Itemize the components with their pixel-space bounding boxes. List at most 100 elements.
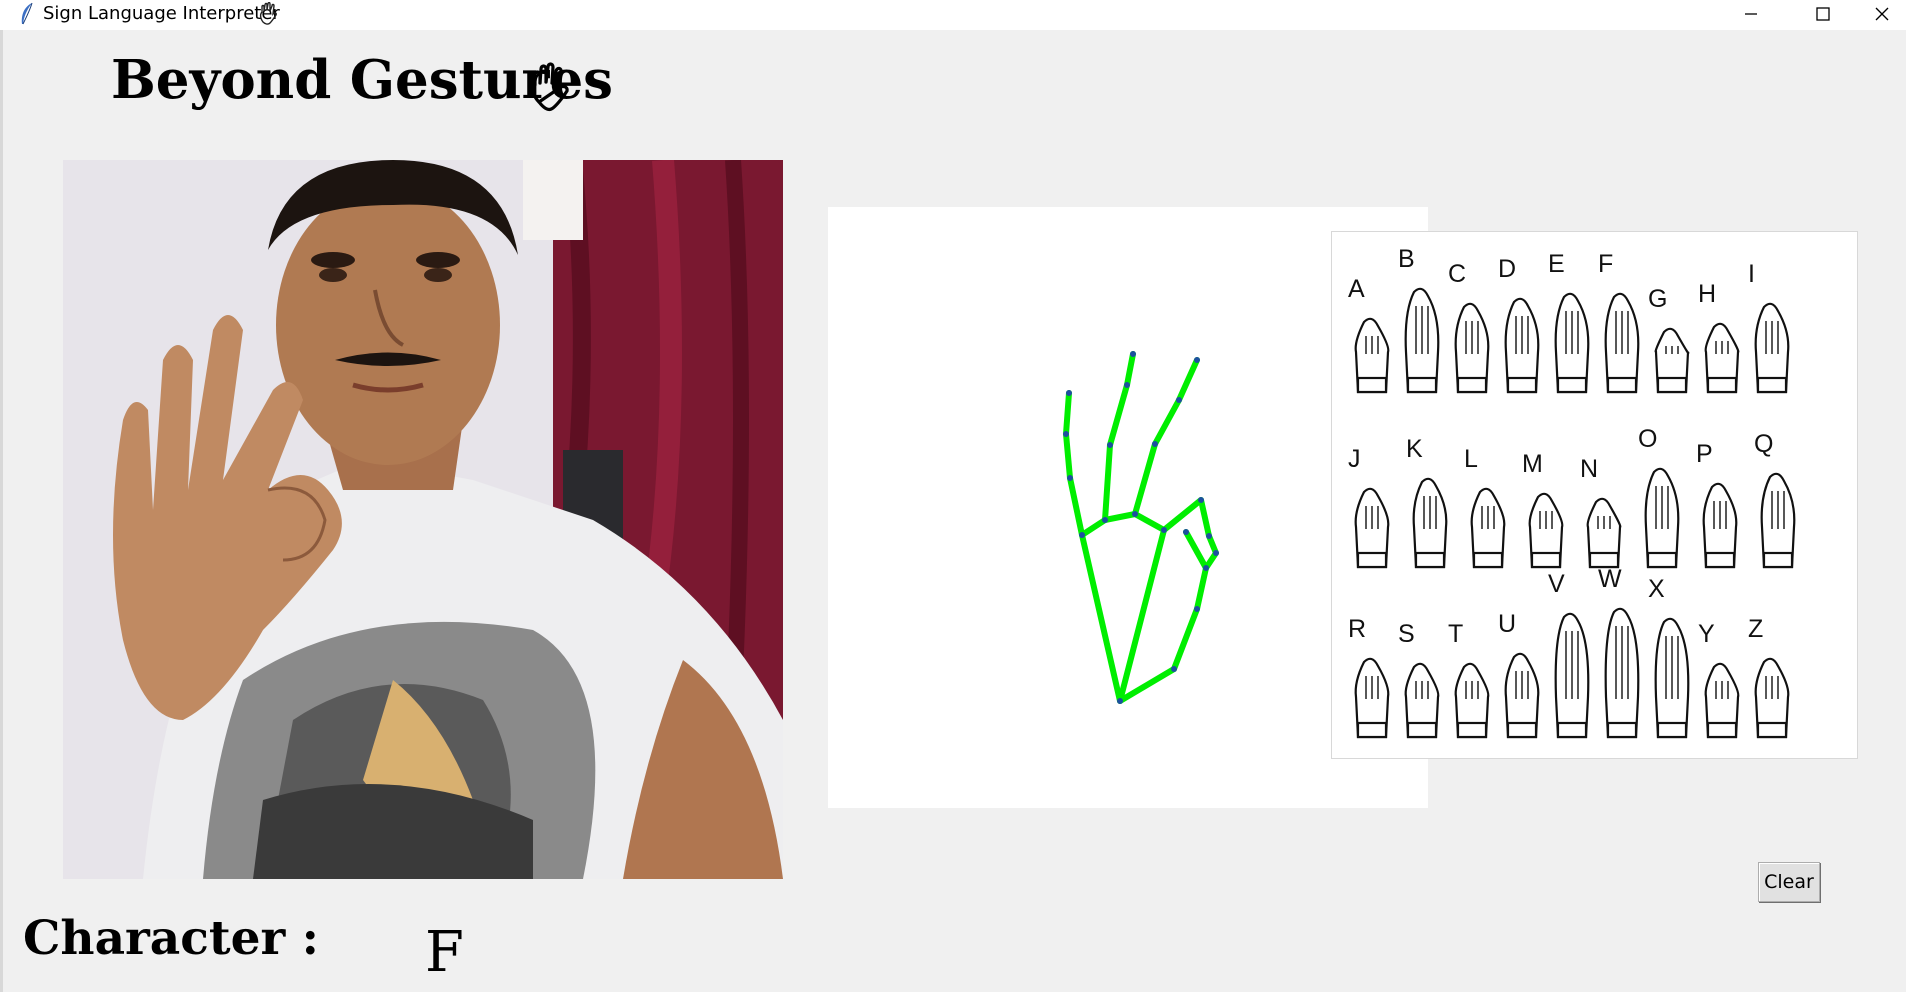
skeleton-bone — [1102, 442, 1113, 523]
hand-icon — [259, 2, 277, 25]
skeleton-landmark — [1213, 550, 1219, 556]
window-border — [0, 30, 3, 992]
asl-letter-label: Z — [1748, 615, 1763, 643]
webcam-scene — [63, 160, 783, 879]
asl-sign-i: I — [1748, 260, 1790, 394]
character-label: Character : — [23, 911, 319, 966]
asl-letter-label: Q — [1754, 430, 1773, 458]
asl-letter-label: A — [1348, 275, 1365, 303]
asl-sign-s: S — [1398, 620, 1440, 739]
asl-letter-label: Y — [1698, 620, 1715, 648]
skeleton-bone — [1063, 390, 1072, 437]
skeleton-bone — [1107, 382, 1130, 448]
skeleton-landmark — [1194, 606, 1200, 612]
asl-sign-x: X — [1648, 575, 1690, 739]
asl-letter-label: H — [1698, 280, 1716, 308]
minimize-button[interactable] — [1718, 0, 1784, 28]
asl-sign-h: H — [1698, 280, 1740, 394]
asl-sign-c: C — [1448, 260, 1490, 394]
clear-button[interactable]: Clear — [1758, 862, 1820, 902]
asl-letter-label: M — [1522, 450, 1543, 478]
skeleton-landmark — [1130, 351, 1136, 357]
asl-sign-q: Q — [1754, 430, 1796, 569]
asl-letter-label: I — [1748, 260, 1755, 288]
asl-sign-y: Y — [1698, 620, 1740, 739]
skeleton-landmark — [1132, 511, 1138, 517]
asl-hand-signs: A B C D E F G H I J K L M N O P Q R S T U V W X Y Z — [1348, 245, 1796, 739]
skeleton-landmark — [1067, 475, 1073, 481]
asl-sign-b: B — [1398, 245, 1440, 394]
window-titlebar: Sign Language Interpreter — [0, 0, 1906, 30]
maximize-icon — [1816, 7, 1830, 21]
asl-sign-e: E — [1548, 250, 1590, 394]
skeleton-landmark — [1203, 565, 1209, 571]
asl-letter-label: P — [1696, 440, 1713, 468]
skeleton-bone — [1079, 532, 1123, 704]
asl-sign-u: U — [1498, 610, 1540, 739]
asl-sign-m: M — [1522, 450, 1564, 569]
skeleton-bone — [1079, 517, 1108, 538]
skeleton-landmark — [1066, 390, 1072, 396]
skeleton-bone — [1067, 475, 1085, 538]
asl-letter-label: E — [1548, 250, 1565, 278]
asl-alphabet-chart: A B C D E F G H I J K L M N O P Q R S T U V WX Y Z — [1331, 231, 1858, 759]
asl-sign-p: P — [1696, 440, 1738, 569]
asl-sign-o: O — [1638, 425, 1680, 569]
asl-sign-r: R — [1348, 615, 1390, 739]
asl-letter-label: O — [1638, 425, 1657, 453]
minimize-icon — [1745, 13, 1757, 15]
skeleton-landmark — [1117, 698, 1123, 704]
skeleton-bone — [1161, 497, 1204, 533]
skeleton-bone — [1171, 606, 1200, 672]
feather-icon — [21, 2, 33, 25]
asl-letter-label: B — [1398, 245, 1415, 273]
skeleton-bone — [1183, 529, 1209, 571]
asl-letter-label: T — [1448, 620, 1463, 648]
asl-sign-k: K — [1406, 435, 1448, 569]
raised-hand-icon — [531, 62, 569, 112]
skeleton-landmark — [1107, 442, 1113, 448]
maximize-button[interactable] — [1790, 0, 1856, 28]
window-title: Sign Language Interpreter — [43, 3, 280, 24]
asl-letter-label: L — [1464, 445, 1478, 473]
asl-letter-label: V — [1548, 570, 1565, 598]
close-icon — [1875, 7, 1889, 21]
asl-letter-label: F — [1598, 250, 1613, 278]
asl-sign-a: A — [1348, 275, 1390, 394]
skeleton-landmark — [1161, 527, 1167, 533]
skeleton-bone — [1176, 357, 1200, 403]
asl-sign-v: V — [1548, 570, 1590, 739]
asl-sign-l: L — [1464, 445, 1506, 569]
asl-sign-g: G — [1648, 285, 1690, 394]
asl-letter-label: W — [1598, 565, 1622, 593]
asl-letter-label: K — [1406, 435, 1423, 463]
asl-letter-label: G — [1648, 285, 1667, 313]
skeleton-bone — [1194, 565, 1209, 612]
asl-letter-label: U — [1498, 610, 1516, 638]
asl-letter-label: R — [1348, 615, 1366, 643]
asl-sign-j: J — [1348, 445, 1390, 569]
asl-sign-d: D — [1498, 255, 1540, 394]
asl-letter-label: S — [1398, 620, 1415, 648]
skeleton-landmark — [1079, 532, 1085, 538]
character-value: F — [425, 920, 464, 985]
asl-sign-n: N — [1580, 455, 1622, 569]
skeleton-bone — [1198, 497, 1212, 539]
skeleton-landmark — [1194, 357, 1200, 363]
skeleton-landmark — [1171, 666, 1177, 672]
asl-sign-w: W — [1598, 565, 1640, 739]
skeleton-landmark — [1063, 431, 1069, 437]
skeleton-landmark — [1152, 441, 1158, 447]
asl-letter-label: J — [1348, 445, 1361, 473]
asl-sign-z: Z — [1748, 615, 1790, 739]
skeleton-bone — [1132, 441, 1158, 517]
asl-sign-t: T — [1448, 620, 1490, 739]
asl-letter-label: N — [1580, 455, 1598, 483]
skeleton-landmark — [1206, 533, 1212, 539]
skeleton-landmark — [1183, 529, 1189, 535]
asl-letter-label: X — [1648, 575, 1665, 603]
asl-letter-label: D — [1498, 255, 1516, 283]
skeleton-bone — [1132, 511, 1167, 533]
skeleton-landmark — [1102, 517, 1108, 523]
close-button[interactable] — [1858, 0, 1906, 28]
